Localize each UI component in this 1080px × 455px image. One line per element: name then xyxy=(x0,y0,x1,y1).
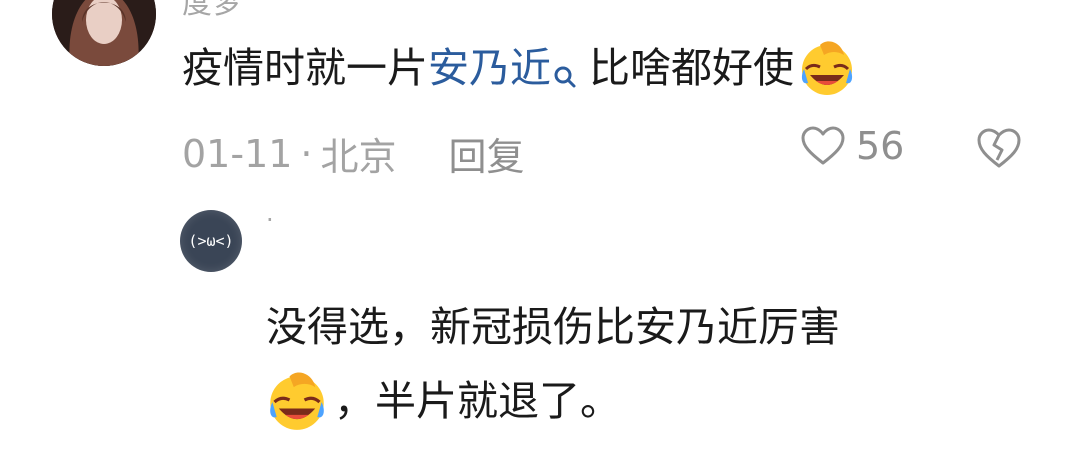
reply-username[interactable]: · xyxy=(266,206,274,234)
comment-text: 疫情时就一片 安乃近 比啥都好使 xyxy=(182,36,856,100)
reply-text: 没得选，新冠损伤比安乃近厉害 ，半片就退了。 xyxy=(266,290,1026,438)
meta-separator: · xyxy=(300,131,313,176)
dislike-button[interactable] xyxy=(975,126,1023,170)
comment-date: 01-11 xyxy=(182,131,293,176)
reply-button[interactable]: 回复 xyxy=(449,126,525,181)
reply-text-line: ，半片就退了。 xyxy=(266,364,1026,438)
search-icon[interactable] xyxy=(551,51,581,88)
laughing-crying-emoji-icon xyxy=(798,39,856,97)
reply-text-line: 没得选，新冠损伤比安乃近厉害 xyxy=(266,303,840,351)
comment-text-part: 比啥都好使 xyxy=(589,44,794,92)
like-button[interactable]: 56 xyxy=(800,124,904,168)
avatar[interactable] xyxy=(52,0,156,66)
like-count: 56 xyxy=(856,124,905,168)
comment-location: 北京 xyxy=(320,135,397,179)
search-link[interactable]: 安乃近 xyxy=(428,36,551,100)
reply-text-part: ，半片就退了。 xyxy=(334,377,621,425)
comment-meta: 01-11 · 北京 回复 xyxy=(182,126,525,181)
reply-avatar[interactable]: (>ω<) xyxy=(180,210,242,272)
comment-text-part: 疫情时就一片 xyxy=(182,44,428,92)
heart-icon xyxy=(801,126,845,165)
broken-heart-icon xyxy=(977,128,1021,168)
avatar-image xyxy=(52,0,156,66)
username[interactable]: 度梦 xyxy=(182,0,244,22)
laughing-crying-emoji-icon xyxy=(266,370,328,432)
